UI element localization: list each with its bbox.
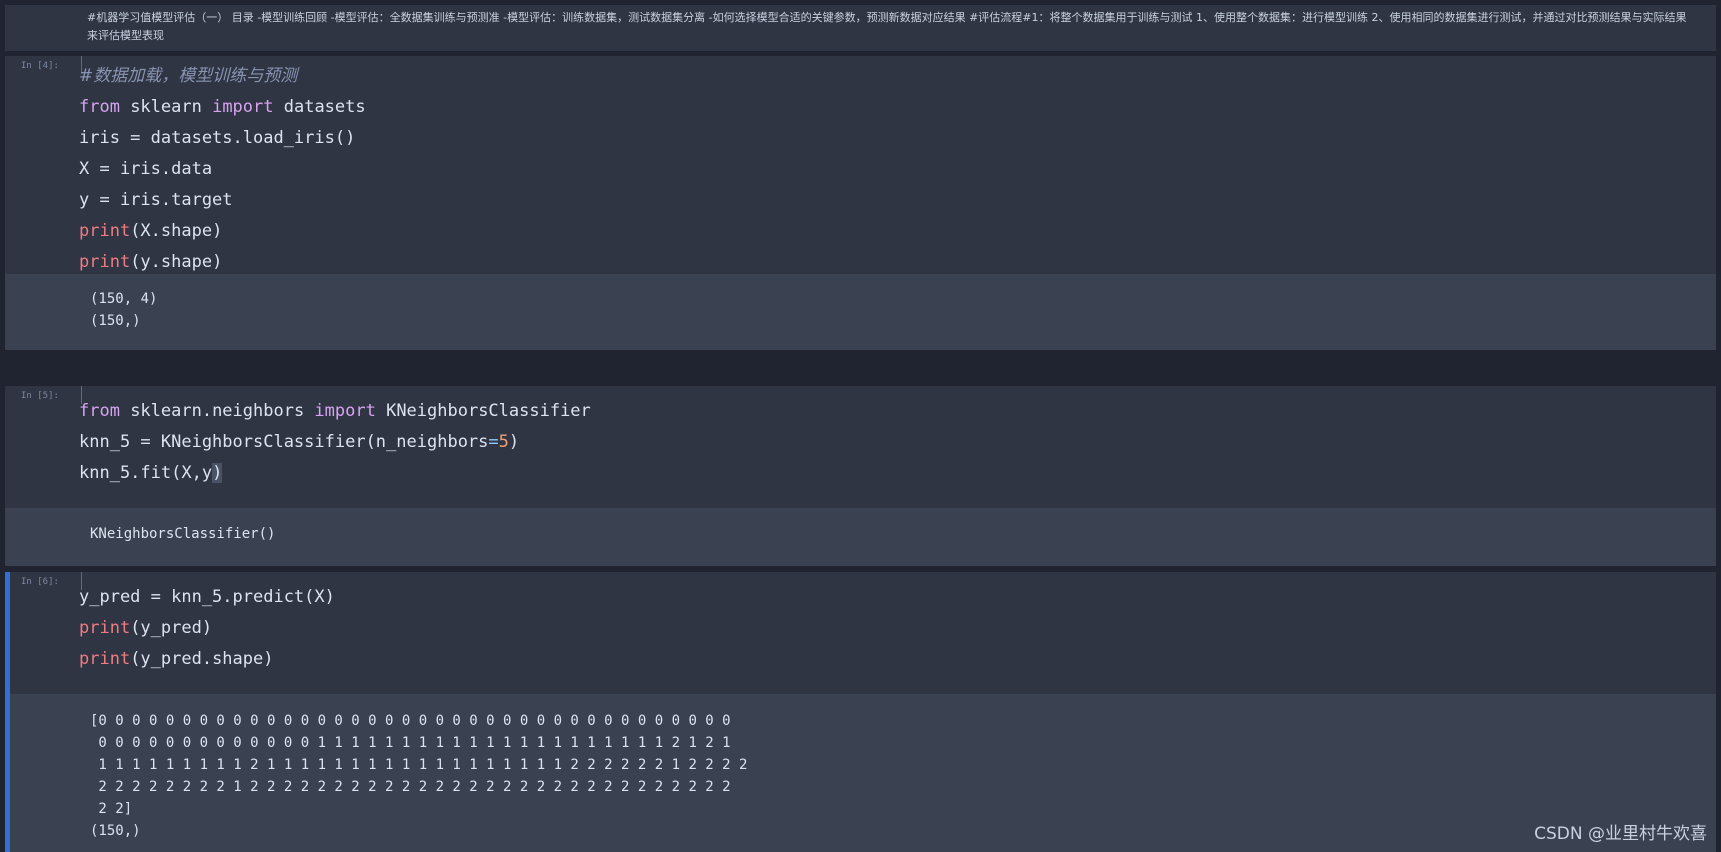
code-comment: #数据加载，模型训练与预测 [79,66,298,86]
markdown-text: #机器学习值模型评估（一） 目录 -模型训练回顾 -模型评估：全数据集训练与预测… [87,11,1687,42]
code-editor[interactable]: #数据加载，模型训练与预测 from sklearn import datase… [79,61,366,278]
code-token: (X.shape) [130,221,223,241]
keyword: import [212,97,274,117]
code-input[interactable]: In [6]: y_pred = knn_5.predict(X) print(… [5,572,1716,694]
output-line: (150,) [90,313,141,329]
output-line: 0 0 0 0 0 0 0 0 0 0 0 0 0 1 1 1 1 1 1 1 … [90,735,731,751]
builtin-print: print [79,649,131,669]
code-cell-6[interactable]: In [6]: y_pred = knn_5.predict(X) print(… [5,572,1716,852]
keyword: from [79,97,120,117]
code-input[interactable]: In [5]: from sklearn.neighbors import KN… [5,386,1716,508]
code-line: iris = datasets.load_iris() [79,128,356,148]
output-line: 2 2 2 2 2 2 2 2 1 2 2 2 2 2 2 2 2 2 2 2 … [90,779,731,795]
active-cell-indicator [5,572,10,852]
output-line: (150, 4) [90,291,158,307]
code-line: y = iris.target [79,190,233,210]
code-token: sklearn.neighbors [119,401,315,421]
code-line: y_pred = knn_5.predict(X) [79,587,335,607]
code-token: knn_5 = KNeighborsClassifier(n_neighbors [79,432,489,452]
cell-output: (150, 4) (150,) [5,274,1716,350]
number-literal: 5 [498,432,509,452]
cell-prompt: In [5]: [21,391,59,401]
output-line: KNeighborsClassifier() [90,526,276,542]
code-editor[interactable]: y_pred = knn_5.predict(X) print(y_pred) … [79,582,335,675]
code-token: KNeighborsClassifier [375,401,591,421]
code-token: ) [508,432,520,452]
code-cell-5[interactable]: In [5]: from sklearn.neighbors import KN… [5,386,1716,566]
keyword: import [314,401,376,421]
code-cell-4[interactable]: In [4]: #数据加载，模型训练与预测 from sklearn impor… [5,56,1716,350]
operator: = [488,432,499,452]
builtin-print: print [79,252,131,272]
bracket-match-highlight: ) [212,463,223,483]
output-text: KNeighborsClassifier() [90,523,275,545]
output-text: (150, 4) (150,) [90,288,157,332]
keyword: from [79,401,120,421]
output-line: (150,) [90,823,141,839]
markdown-cell[interactable]: #机器学习值模型评估（一） 目录 -模型训练回顾 -模型评估：全数据集训练与预测… [5,5,1716,51]
output-line: [0 0 0 0 0 0 0 0 0 0 0 0 0 0 0 0 0 0 0 0… [90,713,731,729]
output-line: 2 2] [90,801,133,817]
cell-prompt: In [6]: [21,577,59,587]
code-editor[interactable]: from sklearn.neighbors import KNeighbors… [79,396,591,489]
cell-prompt: In [4]: [21,61,59,71]
output-line: 1 1 1 1 1 1 1 1 1 2 1 1 1 1 1 1 1 1 1 1 … [90,757,748,773]
watermark: CSDN @业里村牛欢喜 [1534,824,1707,844]
code-input[interactable]: In [4]: #数据加载，模型训练与预测 from sklearn impor… [5,56,1716,274]
builtin-print: print [79,618,131,638]
output-text: [0 0 0 0 0 0 0 0 0 0 0 0 0 0 0 0 0 0 0 0… [90,710,747,842]
code-line: X = iris.data [79,159,213,179]
code-token: (y_pred.shape) [130,649,274,669]
builtin-print: print [79,221,131,241]
notebook: #机器学习值模型评估（一） 目录 -模型训练回顾 -模型评估：全数据集训练与预测… [0,0,1721,852]
cell-output: KNeighborsClassifier() [5,508,1716,566]
code-token: (y_pred) [130,618,213,638]
code-token: sklearn [119,97,213,117]
code-token: (y.shape) [130,252,223,272]
cell-output: [0 0 0 0 0 0 0 0 0 0 0 0 0 0 0 0 0 0 0 0… [5,694,1716,852]
code-token: datasets [273,97,366,117]
code-token: knn_5.fit(X,y [79,463,213,483]
